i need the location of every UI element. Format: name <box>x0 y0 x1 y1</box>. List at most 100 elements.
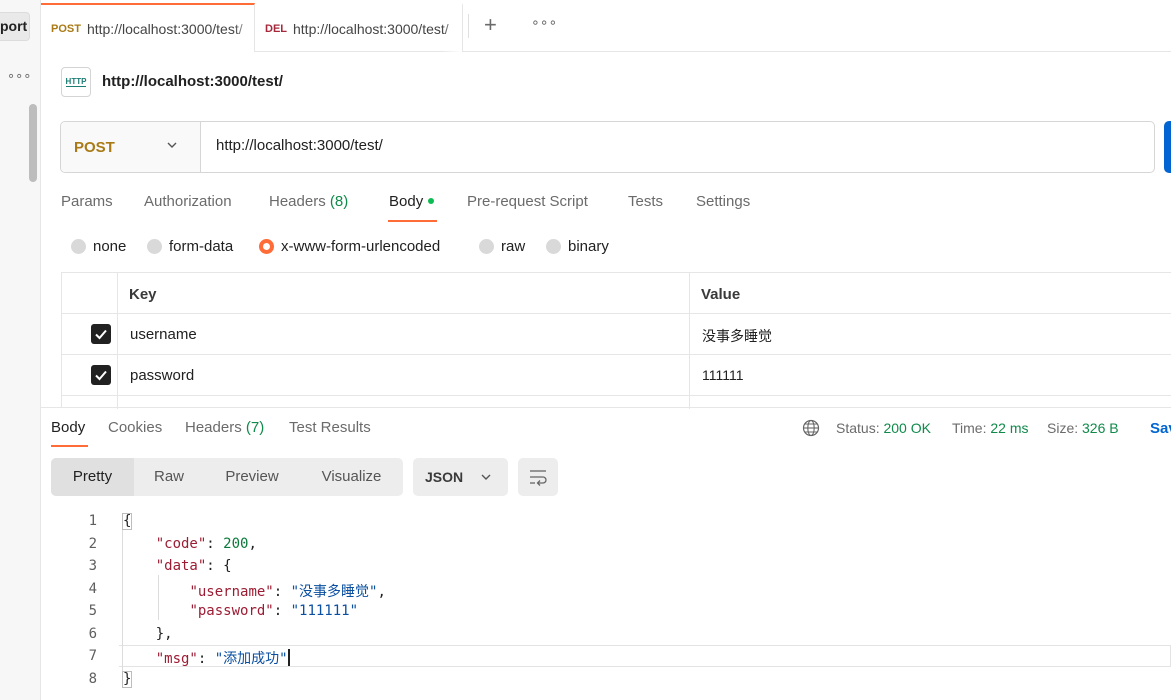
size-indicator[interactable]: Size: 326 B <box>1047 420 1119 436</box>
url-input[interactable]: http://localhost:3000/test/ <box>216 137 383 154</box>
status-indicator[interactable]: Status: 200 OK <box>836 420 931 436</box>
method-label: POST <box>74 139 115 156</box>
radio-label: raw <box>501 238 526 255</box>
radio-none[interactable]: none <box>71 238 126 255</box>
params-table: Key Value username 没事多睡觉 password 111111 <box>61 272 1171 409</box>
http-request-icon: HTTP <box>61 67 91 97</box>
tab-body-label: Body <box>389 193 424 210</box>
radio-raw[interactable]: raw <box>479 238 525 255</box>
tab-method-post: POST <box>51 22 81 35</box>
radio-binary[interactable]: binary <box>546 238 609 255</box>
response-body-code[interactable]: 1 2 3 4 5 6 7 8 { "code": 200, "data": {… <box>41 510 1171 700</box>
body-modified-dot-icon <box>428 198 435 204</box>
response-tab-headers-count: (7) <box>245 419 265 436</box>
table-header-row: Key Value <box>62 273 1171 314</box>
chevron-down-icon <box>481 474 491 480</box>
radio-circle-icon <box>546 239 561 254</box>
size-value: 326 B <box>1082 420 1119 436</box>
tab-url: http://localhost:3000/test/ <box>86 20 243 37</box>
sidebar-import-button[interactable]: port <box>0 12 30 41</box>
row-value[interactable]: 没事多睡觉 <box>702 326 772 346</box>
line-number: 1 <box>88 513 97 529</box>
sidebar: port ∘∘∘ <box>0 0 41 700</box>
tab-headers-count: (8) <box>329 193 349 210</box>
active-tab-indicator <box>388 220 437 222</box>
code-line: { <box>122 513 133 530</box>
tab-body[interactable]: Body <box>389 193 435 210</box>
row-key[interactable]: username <box>130 326 197 343</box>
view-visualize-button[interactable]: Visualize <box>300 458 403 496</box>
code-line: "code": 200, <box>155 536 257 552</box>
tab-delete-request[interactable]: DEL http://localhost:3000/test/ <box>255 3 463 52</box>
checkmark-icon <box>95 329 107 340</box>
line-number: 4 <box>88 581 97 597</box>
tab-tests[interactable]: Tests <box>628 193 663 210</box>
row-checkbox[interactable] <box>91 365 111 385</box>
view-mode-selector: Pretty Raw Preview Visualize <box>51 458 403 496</box>
response-active-tab-indicator <box>51 445 88 447</box>
view-preview-button[interactable]: Preview <box>204 458 300 496</box>
checkmark-icon <box>95 370 107 381</box>
row-value[interactable]: 111111 <box>702 367 744 383</box>
radio-form-data[interactable]: form-data <box>147 238 233 255</box>
response-tab-test-results[interactable]: Test Results <box>289 419 371 436</box>
wrap-lines-icon <box>530 470 547 486</box>
radio-label: form-data <box>169 238 234 255</box>
response-divider[interactable] <box>41 407 1171 408</box>
tab-settings[interactable]: Settings <box>696 193 750 210</box>
line-number: 7 <box>88 648 97 664</box>
tab-url: http://localhost:3000/test/ <box>293 20 449 37</box>
radio-label: x-www-form-urlencoded <box>281 238 441 255</box>
tab-params[interactable]: Params <box>61 193 113 210</box>
radio-urlencoded[interactable]: x-www-form-urlencoded <box>259 238 440 255</box>
size-label: Size: <box>1047 420 1079 436</box>
tab-more-icon[interactable]: ∘∘∘ <box>531 14 557 31</box>
new-tab-plus-icon[interactable]: + <box>484 11 497 39</box>
url-bar: POST http://localhost:3000/test/ <box>60 121 1155 173</box>
row-key[interactable]: password <box>130 367 194 384</box>
sidebar-scrollbar[interactable] <box>29 104 37 182</box>
tab-post-request[interactable]: POST http://localhost:3000/test/ <box>41 3 255 52</box>
code-line: "msg": "添加成功" <box>155 649 290 667</box>
globe-icon[interactable] <box>802 419 820 437</box>
code-line: "password": "111111" <box>189 603 359 619</box>
line-number: 3 <box>88 558 97 574</box>
tab-headers-label: Headers <box>269 193 326 210</box>
line-number: 6 <box>88 626 97 642</box>
time-indicator[interactable]: Time: 22 ms <box>952 420 1029 436</box>
line-number: 8 <box>88 671 97 687</box>
format-select[interactable]: JSON <box>413 458 508 496</box>
time-label: Time: <box>952 420 987 436</box>
radio-label: none <box>93 238 127 255</box>
method-select[interactable]: POST <box>61 122 201 172</box>
radio-label: binary <box>568 238 609 255</box>
format-label: JSON <box>425 469 464 485</box>
response-tab-headers-label: Headers <box>185 419 242 436</box>
tab-authorization[interactable]: Authorization <box>144 193 232 210</box>
sidebar-more-icon[interactable]: ∘∘∘ <box>7 68 31 84</box>
radio-circle-icon <box>147 239 162 254</box>
line-number: 5 <box>88 603 97 619</box>
code-line: }, <box>122 626 173 642</box>
response-tab-body[interactable]: Body <box>51 419 85 436</box>
code-line: "data": { <box>155 558 232 574</box>
save-response-button[interactable]: Sav <box>1150 420 1171 437</box>
tab-bar: POST http://localhost:3000/test/ DEL htt… <box>41 0 1171 52</box>
table-row: password 111111 <box>62 355 1171 396</box>
key-column-header: Key <box>129 286 157 303</box>
response-tab-headers[interactable]: Headers (7) <box>185 419 264 436</box>
code-line: } <box>122 671 133 688</box>
code-line: "username": "没事多睡觉", <box>189 584 386 600</box>
time-value: 22 ms <box>990 420 1029 436</box>
radio-selected-icon <box>259 239 274 254</box>
response-tab-cookies[interactable]: Cookies <box>108 419 162 436</box>
view-pretty-button[interactable]: Pretty <box>51 458 134 496</box>
request-title[interactable]: http://localhost:3000/test/ <box>102 73 283 90</box>
view-raw-button[interactable]: Raw <box>134 458 204 496</box>
row-checkbox[interactable] <box>91 324 111 344</box>
tab-pre-request-script[interactable]: Pre-request Script <box>467 193 588 210</box>
wrap-lines-button[interactable] <box>518 458 558 496</box>
tab-headers[interactable]: Headers (8) <box>269 193 348 210</box>
radio-circle-icon <box>479 239 494 254</box>
send-button[interactable] <box>1164 121 1171 173</box>
